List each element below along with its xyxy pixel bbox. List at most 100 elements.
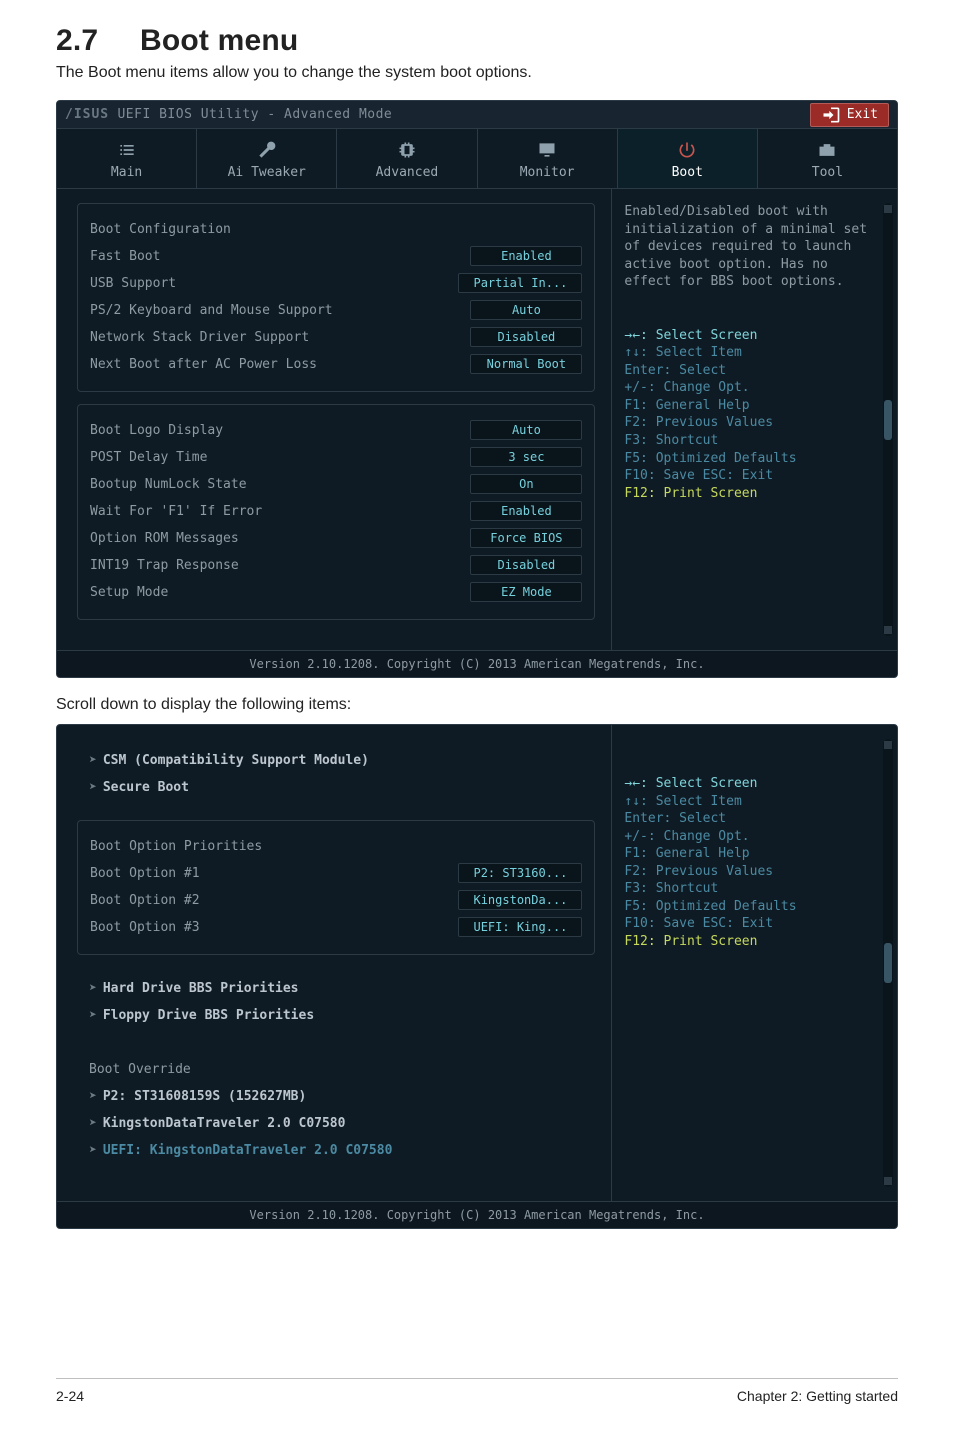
section-lead: The Boot menu items allow you to change … — [56, 64, 898, 82]
keyhint: F1: General Help — [624, 845, 881, 863]
row-value[interactable]: Auto — [470, 420, 582, 440]
row-next-boot[interactable]: Next Boot after AC Power Loss Normal Boo… — [90, 352, 582, 376]
row-secure-boot[interactable]: ➤Secure Boot — [89, 775, 583, 799]
group-boot-override: Boot Override ➤P2: ST31608159S (152627MB… — [77, 1048, 595, 1171]
row-label: ➤KingstonDataTraveler 2.0 C07580 — [89, 1116, 345, 1131]
row-optrom[interactable]: Option ROM Messages Force BIOS — [90, 526, 582, 550]
row-override-3[interactable]: ➤UEFI: KingstonDataTraveler 2.0 C07580 — [89, 1138, 583, 1162]
brand-asus: /ISUS — [65, 107, 109, 122]
row-value[interactable]: Enabled — [470, 246, 582, 266]
exit-label: Exit — [847, 107, 878, 122]
chevron-right-icon: ➤ — [89, 981, 97, 996]
bios-panel-boot: /ISUS UEFI BIOS Utility - Advanced Mode … — [56, 100, 898, 678]
row-boot-option-3[interactable]: Boot Option #3 UEFI: King... — [90, 915, 582, 939]
row-label: Fast Boot — [90, 249, 160, 264]
exit-icon — [821, 105, 841, 125]
row-fast-boot[interactable]: Fast Boot Enabled — [90, 244, 582, 268]
row-ps2-support[interactable]: PS/2 Keyboard and Mouse Support Auto — [90, 298, 582, 322]
keyhint: +/-: Change Opt. — [624, 379, 881, 397]
keyhint-printscr: F12: Print Screen — [624, 485, 881, 503]
tab-monitor[interactable]: Monitor — [478, 129, 618, 188]
row-value[interactable]: Normal Boot — [470, 354, 582, 374]
row-post-delay[interactable]: POST Delay Time 3 sec — [90, 445, 582, 469]
scroll-up-icon[interactable] — [884, 205, 892, 213]
row-label: Boot Option #3 — [90, 920, 200, 935]
row-value[interactable]: 3 sec — [470, 447, 582, 467]
row-label: ➤UEFI: KingstonDataTraveler 2.0 C07580 — [89, 1143, 392, 1158]
row-boot-option-2[interactable]: Boot Option #2 KingstonDa... — [90, 888, 582, 912]
keyhint: Enter: Select — [624, 362, 881, 380]
row-wait-f1[interactable]: Wait For 'F1' If Error Enabled — [90, 499, 582, 523]
tab-advanced[interactable]: Advanced — [337, 129, 477, 188]
section-heading: 2.7Boot menu — [56, 24, 898, 58]
key-hints: →←: Select Screen ↑↓: Select Item Enter:… — [624, 327, 881, 502]
row-value[interactable]: Partial In... — [458, 273, 582, 293]
row-int19[interactable]: INT19 Trap Response Disabled — [90, 553, 582, 577]
scroll-thumb[interactable] — [884, 943, 892, 983]
row-floppy-bbs[interactable]: ➤Floppy Drive BBS Priorities — [89, 1003, 583, 1027]
row-boot-option-1[interactable]: Boot Option #1 P2: ST3160... — [90, 861, 582, 885]
row-override-2[interactable]: ➤KingstonDataTraveler 2.0 C07580 — [89, 1111, 583, 1135]
row-setup-mode[interactable]: Setup Mode EZ Mode — [90, 580, 582, 604]
bios-left-pane: ➤CSM (Compatibility Support Module) ➤Sec… — [57, 725, 611, 1201]
keyhint: F10: Save ESC: Exit — [624, 467, 881, 485]
scrollbar[interactable] — [883, 203, 893, 636]
tab-boot[interactable]: Boot — [618, 129, 758, 188]
row-value[interactable]: EZ Mode — [470, 582, 582, 602]
row-value[interactable]: Auto — [470, 300, 582, 320]
tab-ai-tweaker[interactable]: Ai Tweaker — [197, 129, 337, 188]
scroll-thumb[interactable] — [884, 400, 892, 440]
toolbox-icon — [817, 140, 837, 160]
row-value[interactable]: Disabled — [470, 555, 582, 575]
row-label: ➤Floppy Drive BBS Priorities — [89, 1008, 314, 1023]
row-usb-support[interactable]: USB Support Partial In... — [90, 271, 582, 295]
bios-footer: Version 2.10.1208. Copyright (C) 2013 Am… — [57, 650, 897, 677]
group-boot-display: Boot Logo Display Auto POST Delay Time 3… — [77, 404, 595, 620]
row-numlock[interactable]: Bootup NumLock State On — [90, 472, 582, 496]
row-value[interactable]: Force BIOS — [470, 528, 582, 548]
row-label: Next Boot after AC Power Loss — [90, 357, 317, 372]
row-override-1[interactable]: ➤P2: ST31608159S (152627MB) — [89, 1084, 583, 1108]
row-text: Secure Boot — [103, 780, 189, 795]
footer-rule — [56, 1378, 898, 1379]
scroll-down-icon[interactable] — [884, 626, 892, 634]
row-netstack-support[interactable]: Network Stack Driver Support Disabled — [90, 325, 582, 349]
group-title: Boot Override — [89, 1057, 583, 1081]
keyhint: F2: Previous Values — [624, 863, 881, 881]
row-hdd-bbs[interactable]: ➤Hard Drive BBS Priorities — [89, 976, 583, 1000]
bios-panel-boot-continued: ➤CSM (Compatibility Support Module) ➤Sec… — [56, 724, 898, 1229]
keyhint: ↑↓: Select Item — [624, 344, 881, 362]
tab-main[interactable]: Main — [57, 129, 197, 188]
scroll-up-icon[interactable] — [884, 741, 892, 749]
keyhint: F5: Optimized Defaults — [624, 898, 881, 916]
scroll-down-icon[interactable] — [884, 1177, 892, 1185]
row-value[interactable]: UEFI: King... — [458, 917, 582, 937]
brand-rest: UEFI BIOS Utility - Advanced Mode — [117, 107, 392, 122]
keyhint-screen: →←: Select Screen — [624, 775, 881, 793]
exit-button[interactable]: Exit — [810, 103, 889, 127]
row-label: POST Delay Time — [90, 450, 207, 465]
row-value[interactable]: Enabled — [470, 501, 582, 521]
row-text: Floppy Drive BBS Priorities — [103, 1008, 314, 1023]
row-label: ➤CSM (Compatibility Support Module) — [89, 753, 369, 768]
row-csm[interactable]: ➤CSM (Compatibility Support Module) — [89, 748, 583, 772]
row-boot-logo[interactable]: Boot Logo Display Auto — [90, 418, 582, 442]
footer-page-number: 2-24 — [56, 1388, 84, 1404]
row-value[interactable]: KingstonDa... — [458, 890, 582, 910]
bios-footer: Version 2.10.1208. Copyright (C) 2013 Am… — [57, 1201, 897, 1228]
row-value[interactable]: P2: ST3160... — [458, 863, 582, 883]
document-page: 2.7Boot menu The Boot menu items allow y… — [0, 0, 954, 1438]
keyhint: +/-: Change Opt. — [624, 828, 881, 846]
monitor-icon — [537, 140, 557, 160]
wrench-icon — [257, 140, 277, 160]
row-value[interactable]: Disabled — [470, 327, 582, 347]
bios-brand: /ISUS UEFI BIOS Utility - Advanced Mode — [65, 107, 392, 122]
row-label: Setup Mode — [90, 585, 168, 600]
row-label: ➤P2: ST31608159S (152627MB) — [89, 1089, 306, 1104]
keyhint-screen: →←: Select Screen — [624, 327, 881, 345]
tab-tool[interactable]: Tool — [758, 129, 897, 188]
row-label: USB Support — [90, 276, 176, 291]
scrollbar[interactable] — [883, 739, 893, 1187]
tab-main-label: Main — [111, 165, 142, 180]
row-value[interactable]: On — [470, 474, 582, 494]
